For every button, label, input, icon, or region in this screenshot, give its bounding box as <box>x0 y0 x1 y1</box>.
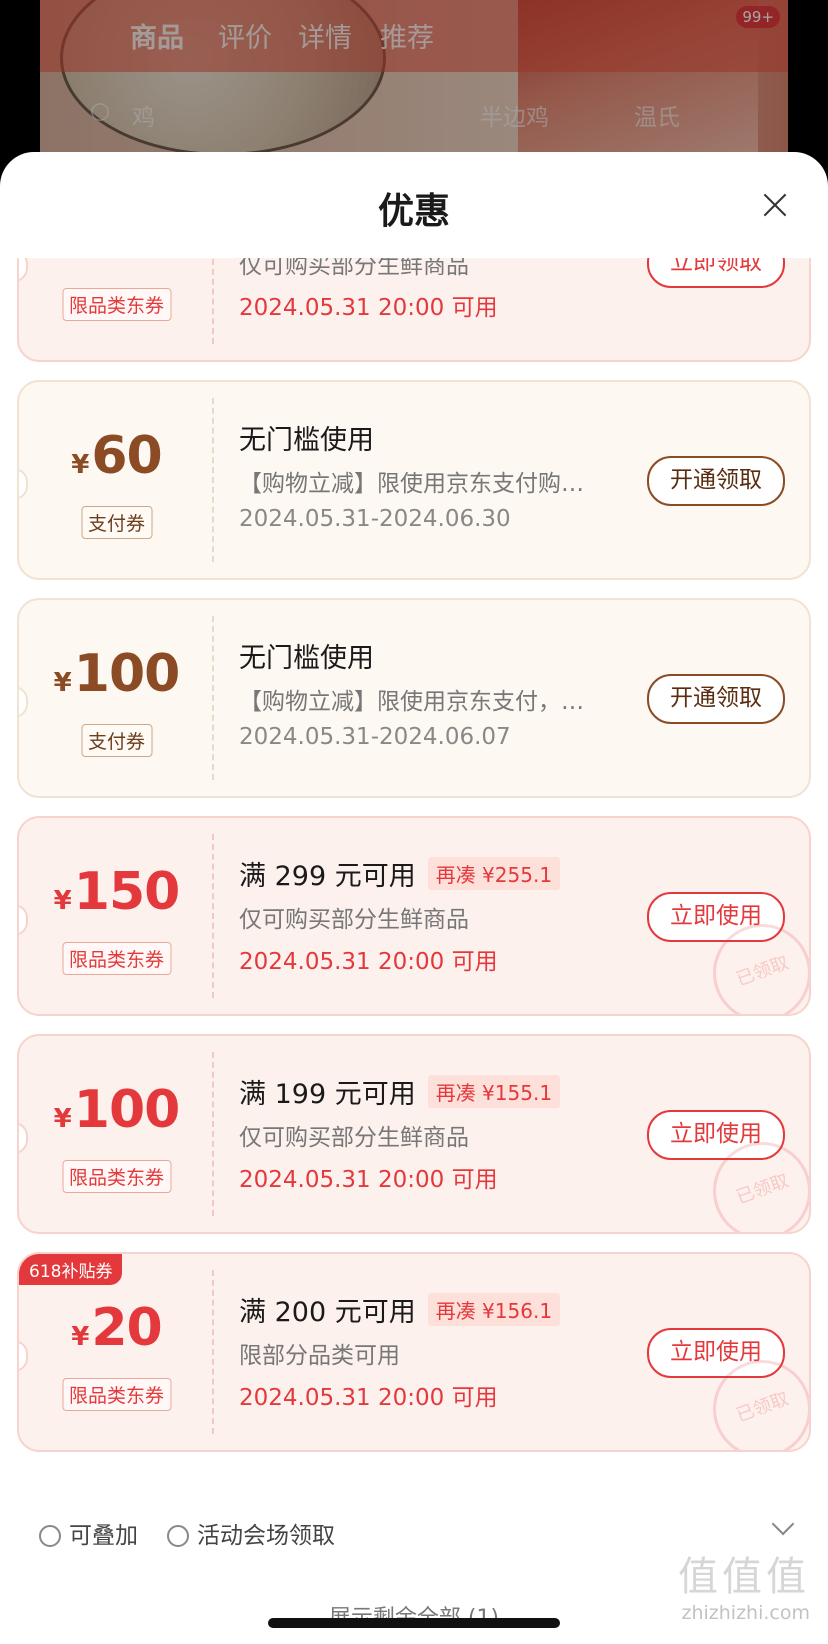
coupon-tag: 支付券 <box>80 506 153 539</box>
coupon-card: ¥150 限品类东券 满 299 元可用 再凑 ¥255.1 仅可购买部分生鲜商品… <box>17 816 811 1016</box>
claimed-stamp: 已领取 <box>713 1142 809 1232</box>
coupon-card: ¥100 支付券 无门槛使用 【购物立减】限使用京东支付，… 2024.05.3… <box>17 598 811 798</box>
coupon-condition: 满 199 元可用 再凑 ¥155.1 <box>239 1072 561 1111</box>
coupon-validity: 2024.05.31 20:00 可用 <box>239 949 498 975</box>
coupon-validity: 2024.05.31-2024.06.30 <box>239 506 511 532</box>
ticket-icon <box>167 1525 189 1547</box>
coupon-list[interactable]: 限品类东券 仅可购买部分生鲜商品 2024.05.31 20:00 可用 立即领… <box>0 258 828 1558</box>
coupon-scope: 仅可购买部分生鲜商品 <box>239 258 469 279</box>
coupon-tag: 限品类东券 <box>61 1378 172 1411</box>
shortfall-chip: 再凑 ¥156.1 <box>427 1293 561 1326</box>
stack-icon <box>39 1525 61 1547</box>
coupon-sheet: 优惠 限品类东券 仅可购买部分生鲜商品 2024.05.31 20:00 可用 … <box>0 152 828 1644</box>
chevron-down-icon[interactable] <box>771 1512 795 1536</box>
coupon-card: ¥100 限品类东券 满 199 元可用 再凑 ¥155.1 仅可购买部分生鲜商品… <box>17 1034 811 1234</box>
coupon-card: 618补贴券 ¥20 限品类东券 满 200 元可用 再凑 ¥156.1 限部分品… <box>17 1252 811 1452</box>
coupon-scope: 【购物立减】限使用京东支付购… <box>239 471 584 497</box>
shortfall-chip: 再凑 ¥155.1 <box>427 1075 561 1108</box>
coupon-validity: 2024.05.31 20:00 可用 <box>239 1167 498 1193</box>
coupon-scope: 仅可购买部分生鲜商品 <box>239 907 469 933</box>
venue-label: 活动会场领取 <box>167 1516 335 1550</box>
activate-claim-button[interactable]: 开通领取 <box>647 674 785 724</box>
coupon-validity: 2024.05.31 20:00 可用 <box>239 1385 498 1411</box>
claimed-stamp: 已领取 <box>713 1360 809 1450</box>
sheet-title: 优惠 <box>377 191 450 232</box>
coupon-validity: 2024.05.31 20:00 可用 <box>239 295 498 321</box>
coupon-card: 限品类东券 仅可购买部分生鲜商品 2024.05.31 20:00 可用 立即领… <box>17 258 811 362</box>
home-indicator <box>268 1618 560 1628</box>
coupon-tag: 限品类东券 <box>61 288 172 321</box>
coupon-validity: 2024.05.31-2024.06.07 <box>239 724 511 750</box>
coupon-condition: 满 200 元可用 再凑 ¥156.1 <box>239 1290 561 1329</box>
coupon-tag: 限品类东券 <box>61 942 172 975</box>
claim-button[interactable]: 立即领取 <box>647 258 785 288</box>
stackable-label: 可叠加 <box>39 1516 138 1550</box>
close-icon[interactable] <box>762 192 788 218</box>
coupon-condition: 满 299 元可用 再凑 ¥255.1 <box>239 854 561 893</box>
coupon-condition: 无门槛使用 <box>239 643 374 674</box>
watermark: 值值值 zhizhizhi.com <box>678 1554 810 1624</box>
shortfall-chip: 再凑 ¥255.1 <box>427 857 561 890</box>
coupon-tag: 支付券 <box>80 724 153 757</box>
coupon-scope: 限部分品类可用 <box>239 1343 400 1369</box>
coupon-tag: 限品类东券 <box>61 1160 172 1193</box>
coupon-scope: 仅可购买部分生鲜商品 <box>239 1125 469 1151</box>
coupon-card: ¥60 支付券 无门槛使用 【购物立减】限使用京东支付购… 2024.05.31… <box>17 380 811 580</box>
claimed-stamp: 已领取 <box>713 924 809 1014</box>
coupon-condition: 无门槛使用 <box>239 425 374 456</box>
activate-claim-button[interactable]: 开通领取 <box>647 456 785 506</box>
coupon-scope: 【购物立减】限使用京东支付，… <box>239 689 584 715</box>
